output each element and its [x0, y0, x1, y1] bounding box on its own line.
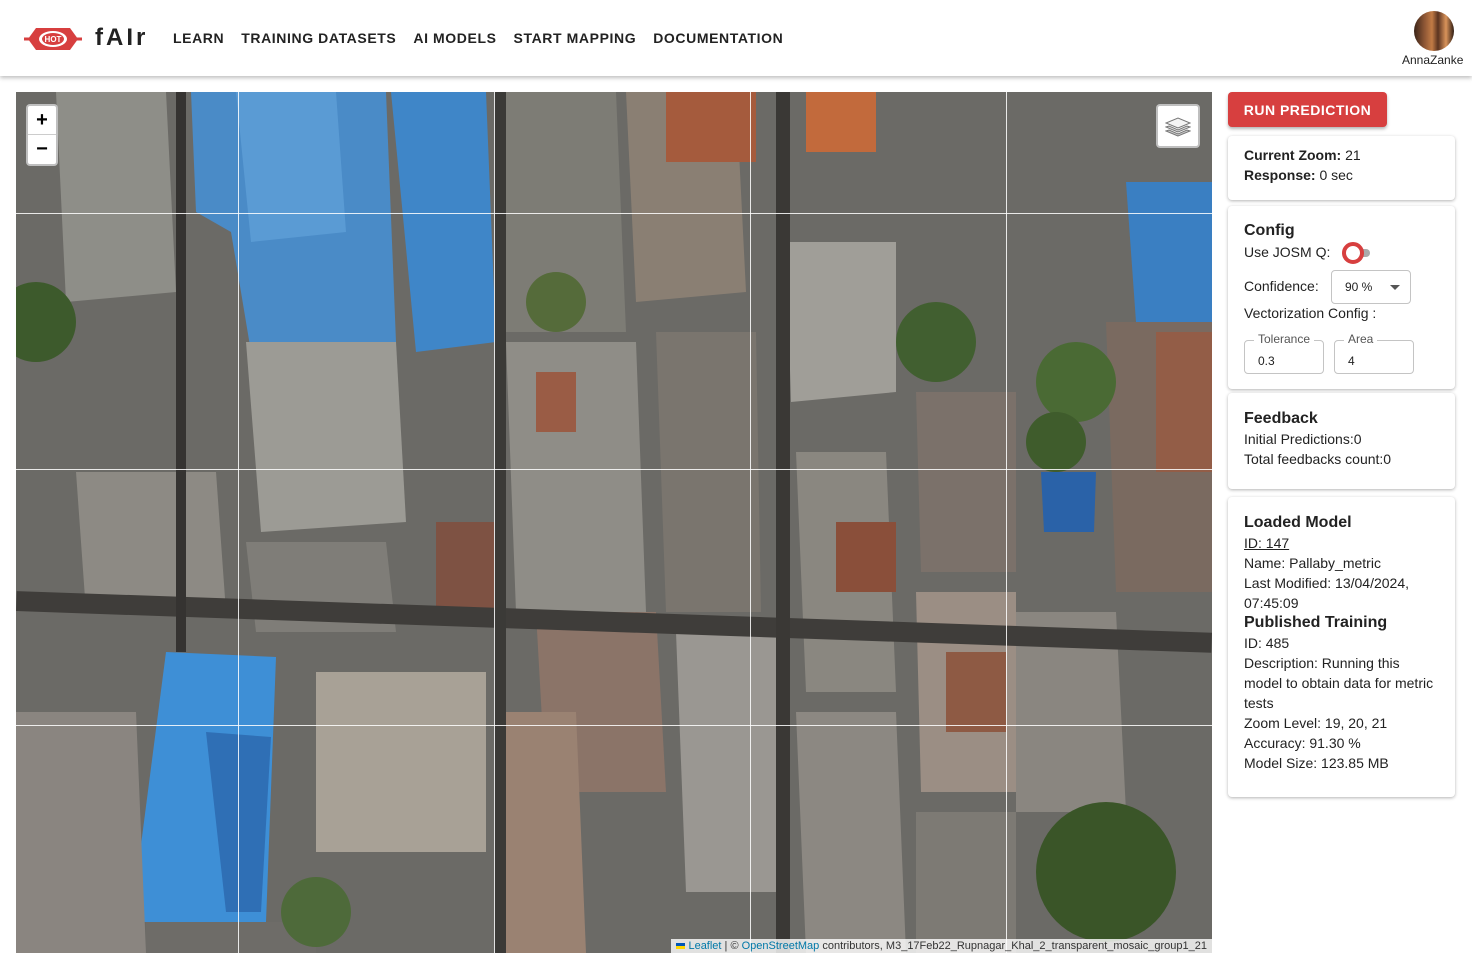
total-feedbacks: Total feedbacks count:0: [1244, 451, 1392, 467]
tile-grid-line: [16, 725, 1212, 726]
model-name: Name: Pallaby_metric: [1244, 555, 1381, 571]
run-prediction-button[interactable]: RUN PREDICTION: [1228, 92, 1387, 127]
map-attribution: Leaflet | © OpenStreetMap contributors, …: [671, 939, 1212, 953]
ukraine-flag-icon: [676, 943, 686, 950]
josm-toggle[interactable]: [1342, 242, 1372, 265]
area-field[interactable]: Area: [1334, 332, 1414, 374]
loaded-model-card: Loaded Model ID: 147 Name: Pallaby_metri…: [1228, 497, 1455, 797]
josm-label: Use JOSM Q:: [1244, 244, 1331, 260]
area-input[interactable]: [1335, 341, 1413, 373]
training-zoom-level: Zoom Level: 19, 20, 21: [1244, 715, 1388, 731]
vectorization-label: Vectorization Config :: [1244, 305, 1377, 321]
username[interactable]: AnnaZanke: [1402, 53, 1463, 67]
current-zoom-value: 21: [1341, 147, 1361, 163]
attribution-separator: | ©: [721, 940, 742, 952]
model-last-modified: Last Modified: 13/04/2024,: [1244, 575, 1410, 591]
zoom-in-button[interactable]: +: [28, 106, 56, 135]
confidence-label: Confidence:: [1244, 278, 1319, 294]
main-nav: LEARN TRAINING DATASETS AI MODELS START …: [173, 30, 783, 46]
attribution-text: contributors, M3_17Feb22_Rupnagar_Khal_2…: [819, 940, 1207, 952]
avatar[interactable]: [1414, 11, 1454, 51]
tile-grid-line: [16, 213, 1212, 214]
training-description: tests: [1244, 695, 1274, 711]
tolerance-field[interactable]: Tolerance: [1244, 332, 1324, 374]
current-zoom-label: Current Zoom:: [1244, 147, 1342, 163]
tile-grid-line: [238, 92, 239, 953]
model-size: Model Size: 123.85 MB: [1244, 755, 1389, 771]
training-description: model to obtain data for metric: [1244, 675, 1434, 691]
layers-icon: [1165, 117, 1191, 137]
training-description: Description: Running this: [1244, 655, 1400, 671]
zoom-out-button[interactable]: −: [28, 135, 56, 164]
nav-ai-models[interactable]: AI MODELS: [413, 30, 496, 46]
map-view[interactable]: + − Leaflet | © OpenStreetMap contributo…: [16, 92, 1212, 953]
initial-predictions: Initial Predictions:0: [1244, 431, 1362, 447]
zoom-control: + −: [26, 104, 58, 166]
config-card: Config Use JOSM Q: Confidence: 90 % Vect…: [1228, 206, 1455, 389]
training-accuracy: Accuracy: 91.30 %: [1244, 735, 1361, 751]
response-value: 0 sec: [1315, 167, 1353, 183]
training-id: ID: 485: [1244, 635, 1290, 651]
config-title: Config: [1244, 222, 1295, 239]
model-last-modified-time: 07:45:09: [1244, 595, 1299, 611]
tile-grid-line: [750, 92, 751, 953]
openstreetmap-link[interactable]: OpenStreetMap: [742, 940, 820, 952]
chevron-down-icon: [1390, 285, 1400, 290]
leaflet-link[interactable]: Leaflet: [688, 940, 721, 952]
status-card: Current Zoom: 21 Response: 0 sec: [1228, 136, 1455, 200]
tolerance-input[interactable]: [1245, 341, 1323, 373]
app-header: HOT fAIr LEARN TRAINING DATASETS AI MODE…: [0, 0, 1472, 76]
tile-grid-line: [1006, 92, 1007, 953]
nav-start-mapping[interactable]: START MAPPING: [514, 30, 637, 46]
nav-learn[interactable]: LEARN: [173, 30, 224, 46]
feedback-title: Feedback: [1244, 410, 1318, 427]
hot-logo[interactable]: HOT: [24, 22, 82, 56]
tile-grid-line: [494, 92, 495, 953]
published-training-title: Published Training: [1244, 614, 1388, 631]
nav-training-datasets[interactable]: TRAINING DATASETS: [241, 30, 396, 46]
nav-documentation[interactable]: DOCUMENTATION: [653, 30, 783, 46]
feedback-card: Feedback Initial Predictions:0 Total fee…: [1228, 393, 1455, 489]
loaded-model-title: Loaded Model: [1244, 514, 1352, 531]
brand-name[interactable]: fAIr: [95, 24, 148, 52]
confidence-select[interactable]: 90 %: [1331, 270, 1411, 304]
tile-grid-line: [16, 469, 1212, 470]
aerial-imagery: [16, 92, 1212, 953]
layers-button[interactable]: [1156, 104, 1200, 148]
model-id-link[interactable]: ID: 147: [1244, 533, 1439, 553]
response-label: Response:: [1244, 167, 1316, 183]
svg-text:HOT: HOT: [45, 35, 62, 44]
confidence-value: 90 %: [1345, 280, 1373, 294]
